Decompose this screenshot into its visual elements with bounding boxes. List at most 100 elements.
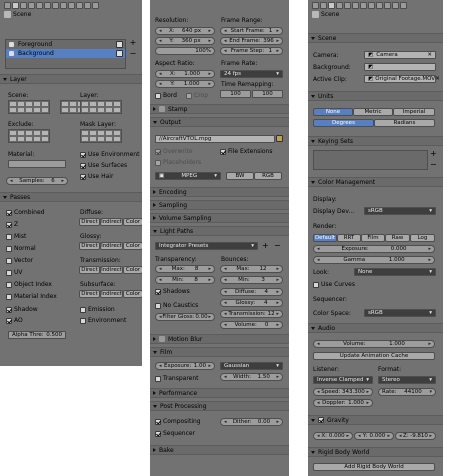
scene-layers-grid[interactable] [8,100,50,114]
diffuse-bounces-field[interactable]: ◂ Diffuse: 4 ▸ [220,288,283,296]
constraints-tab-icon[interactable] [352,2,359,9]
bake-section-header[interactable]: Bake [150,445,289,455]
audio-section-header[interactable]: Audio [308,323,443,333]
world-tab-icon[interactable] [28,2,35,9]
gravity-z-field[interactable]: ◂ Z: -9.810 ▸ [395,432,436,440]
glossy-bounces-field[interactable]: ◂ Glossy: 4 ▸ [220,299,283,307]
particles-tab-icon[interactable] [392,2,399,9]
material-tab-icon[interactable] [68,2,75,9]
speed-of-sound-field[interactable]: ◂ Speed: 343.300 ▸ [313,388,373,396]
stamp-section-header[interactable]: Stamp [150,104,289,114]
resolution-x-field[interactable]: ◂ X: 640 px ▸ [155,27,215,35]
frame-step-field[interactable]: ◂ Frame Step: 1 ▸ [220,47,283,55]
list-item[interactable]: Foreground [6,40,125,49]
data-tab-icon[interactable] [368,2,375,9]
motion-blur-checkbox[interactable] [159,336,165,342]
emission-checkbox[interactable]: Emission [80,306,115,313]
file-format-dropdown[interactable]: ▣ MPEG ▾ [155,172,221,180]
shadow-checkbox[interactable]: Shadow [6,306,38,313]
add-layer-button[interactable]: + [129,39,137,47]
add-preset-button[interactable]: + [262,242,269,250]
no-caustics-checkbox[interactable]: No Caustics [155,302,198,309]
background-scene-field[interactable]: ◩ [364,63,436,71]
distance-model-dropdown[interactable]: Inverse Clamped ▾ [313,376,373,384]
add-keying-set-button[interactable]: + [430,150,437,158]
pass-color-button[interactable]: Color [123,290,142,298]
close-icon[interactable]: ✕ [427,52,432,58]
list-item[interactable]: Background [6,49,125,58]
placeholders-checkbox[interactable]: Placeholders [155,159,201,166]
rotation-units-radians[interactable]: Radians [374,119,435,127]
stamp-checkbox[interactable] [159,106,165,112]
texture-tab-icon[interactable] [384,2,391,9]
sampling-section-header[interactable]: Sampling [150,200,289,210]
volume-sampling-section-header[interactable]: Volume Sampling [150,213,289,223]
view-transform-film[interactable]: Film [361,234,385,242]
pass-direct-button[interactable]: Direct [79,290,100,298]
audio-format-dropdown[interactable]: Stereo ▾ [378,376,436,384]
frame-rate-dropdown[interactable]: 24 fps ▾ [220,70,283,78]
add-rigid-body-world-button[interactable]: Add Rigid Body World [313,463,435,471]
update-animation-cache-button[interactable]: Update Animation Cache [313,352,435,360]
camera-field[interactable]: ◩ Camera ✕ [364,51,436,59]
environment-checkbox[interactable]: Environment [80,317,126,324]
layer-enable-checkbox[interactable] [116,41,123,48]
use-hair-checkbox[interactable]: Use Hair [80,173,113,180]
filter-type-dropdown[interactable]: Gaussian ▾ [220,362,283,370]
view-transform-log[interactable]: Log [410,234,435,242]
post-processing-section-header[interactable]: Post Processing [150,401,289,411]
use-environment-checkbox[interactable]: Use Environment [80,151,139,158]
color-space-dropdown[interactable]: sRGB ▾ [364,309,436,317]
units-section-header[interactable]: Units [308,91,443,101]
dither-field[interactable]: ◂ Dither: 0.00 ▸ [220,418,283,426]
keying-sets-section-header[interactable]: Keying Sets [308,136,443,146]
ao-checkbox[interactable]: AO [6,317,23,324]
gravity-checkbox[interactable] [318,417,324,423]
sample-rate-field[interactable]: Rate: 44100 ▾ [378,388,436,396]
pass-checkbox[interactable]: Object Index [6,281,52,288]
pass-color-button[interactable]: Color [123,266,142,274]
pass-checkbox[interactable]: UV [6,269,23,276]
object-tab-icon[interactable] [344,2,351,9]
aspect-y-field[interactable]: ◂ Y: 1.000 ▸ [155,80,215,88]
view-transform-rrt[interactable]: RRT [337,234,361,242]
scene-tab-icon[interactable] [328,2,335,9]
passes-section-header[interactable]: Passes [0,192,142,202]
start-frame-field[interactable]: ◂ Start Frame: 1 ▸ [220,27,283,35]
material-tab-icon[interactable] [376,2,383,9]
filter-width-field[interactable]: ◂ Width: 1.50 ▸ [220,373,283,381]
pass-checkbox[interactable]: Combined [6,209,44,216]
remove-keying-set-button[interactable]: − [430,161,437,169]
gravity-y-field[interactable]: ◂ Y: 0.000 ▸ [354,432,394,440]
border-checkbox[interactable]: Bord [155,92,177,99]
performance-section-header[interactable]: Performance [150,388,289,398]
display-device-dropdown[interactable]: sRGB ▾ [364,207,436,215]
bounces-max-field[interactable]: ◂ Max: 12 ▸ [220,265,283,273]
unit-system-metric[interactable]: Metric [353,108,393,116]
resolution-y-field[interactable]: ◂ Y: 360 px ▸ [155,37,215,45]
render-layers-tab-icon[interactable] [320,2,327,9]
material-field[interactable] [8,160,66,168]
rgb-button[interactable]: RGB [254,172,282,180]
sequencer-checkbox[interactable]: Sequencer [155,430,195,437]
aspect-x-field[interactable]: ◂ X: 1.000 ▸ [155,70,215,78]
transmission-bounces-field[interactable]: ◂ Transmission: 12 ▸ [220,310,283,318]
exclude-grid[interactable] [8,129,50,143]
filter-glossy-field[interactable]: ◂ Filter Gloss: 0.00 ▸ [155,313,215,321]
bounces-min-field[interactable]: ◂ Min: 3 ▸ [220,276,283,284]
encoding-section-header[interactable]: Encoding [150,187,289,197]
audio-volume-field[interactable]: ◂ Volume: 1.000 ▸ [313,340,435,348]
look-dropdown[interactable]: None ▾ [354,268,436,276]
cm-gamma-field[interactable]: ◂ Gamma 1.000 ▸ [313,256,435,264]
use-surfaces-checkbox[interactable]: Use Surfaces [80,162,127,169]
pass-checkbox[interactable]: Normal [6,245,36,252]
render-layers-tab-icon[interactable] [12,2,19,9]
keying-sets-list[interactable] [313,150,428,170]
bw-button[interactable]: BW [226,172,254,180]
overwrite-checkbox[interactable]: Overwrite [155,148,193,155]
layer-enable-checkbox[interactable] [116,50,123,57]
particles-tab-icon[interactable] [84,2,91,9]
pass-indirect-button[interactable]: Indirect [100,290,123,298]
cm-exposure-field[interactable]: ◂ Exposure: 0.000 ▸ [313,245,435,253]
object-tab-icon[interactable] [36,2,43,9]
